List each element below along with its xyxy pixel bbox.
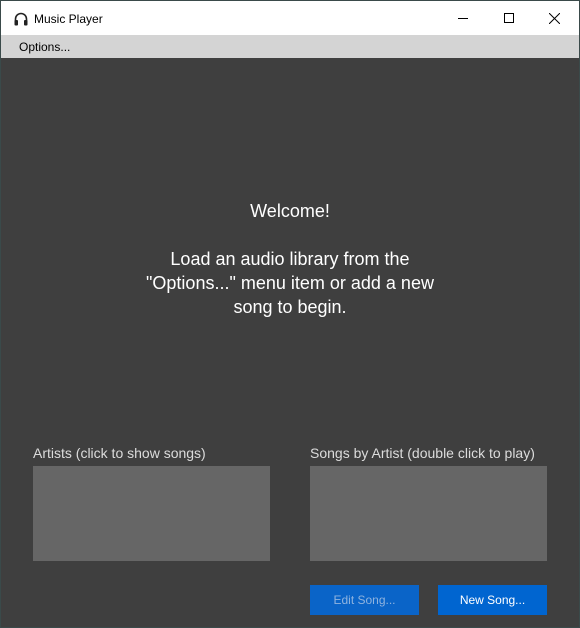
artists-list[interactable] (33, 466, 270, 561)
menu-options[interactable]: Options... (12, 38, 77, 56)
welcome-spacer (1, 223, 579, 247)
edit-song-button[interactable]: Edit Song... (310, 585, 419, 615)
minimize-icon (458, 13, 468, 23)
songs-list[interactable] (310, 466, 547, 561)
welcome-line-1: Load an audio library from the (170, 249, 410, 269)
maximize-button[interactable] (486, 1, 532, 35)
minimize-button[interactable] (440, 1, 486, 35)
welcome-message: Welcome! Load an audio library from the … (1, 199, 579, 319)
close-button[interactable] (531, 1, 577, 35)
window-title: Music Player (34, 12, 103, 26)
close-icon (548, 12, 560, 24)
menu-bar: Options... (1, 35, 579, 58)
welcome-heading: Welcome! (250, 201, 330, 221)
title-bar[interactable]: Music Player (1, 1, 579, 35)
welcome-line-3: song to begin. (233, 297, 347, 317)
songs-label: Songs by Artist (double click to play) (310, 445, 535, 461)
headphones-icon (13, 11, 29, 27)
artists-label: Artists (click to show songs) (33, 445, 206, 461)
new-song-button[interactable]: New Song... (438, 585, 547, 615)
welcome-line-2: "Options..." menu item or add a new (146, 273, 434, 293)
maximize-icon (504, 13, 514, 23)
music-player-window: Music Player Options... Welcome! Load an… (0, 0, 580, 628)
